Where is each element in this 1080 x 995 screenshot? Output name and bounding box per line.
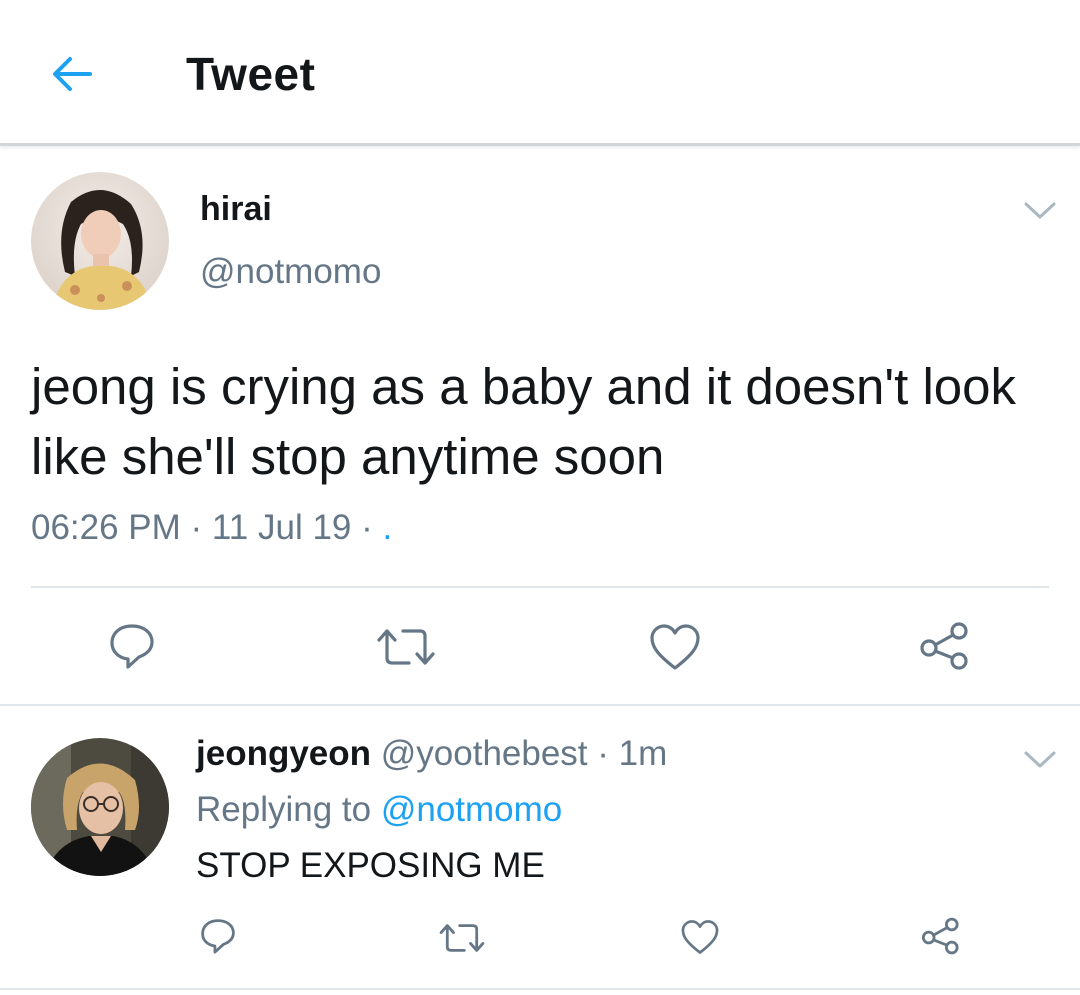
back-button[interactable]: [48, 50, 96, 98]
tweet-time: 06:26 PM: [31, 508, 181, 547]
tweet-text: jeong is crying as a baby and it doesn't…: [31, 358, 1017, 485]
reply-header: jeongyeon @yoothebest · 1m: [196, 734, 667, 774]
meta-separator: ·: [351, 508, 383, 547]
meta-separator: ·: [180, 508, 212, 547]
reply-author-handle[interactable]: @yoothebest: [381, 734, 588, 773]
replying-to-label: Replying to: [196, 790, 372, 829]
retweet-icon: [439, 924, 485, 952]
tweet-timestamp: 06:26 PM · 11 Jul 19 · .: [31, 508, 392, 548]
top-app-bar: Tweet: [0, 0, 1080, 146]
reply-icon: [201, 919, 235, 954]
page-title: Tweet: [186, 48, 316, 100]
like-button[interactable]: [648, 622, 702, 672]
tweet-date: 11 Jul 19: [211, 508, 352, 547]
avatar[interactable]: [31, 172, 169, 310]
profile-photo-image: [31, 738, 169, 876]
reply-button[interactable]: [106, 620, 158, 672]
replying-to: Replying to @notmomo: [196, 790, 562, 830]
retweet-button[interactable]: [438, 920, 486, 956]
tweet-options-button[interactable]: [1018, 192, 1062, 228]
divider: [31, 586, 1049, 588]
reply-button[interactable]: [198, 916, 238, 956]
share-button[interactable]: [920, 916, 962, 956]
share-icon: [921, 917, 959, 955]
profile-photo-image: [31, 172, 169, 310]
retweet-button[interactable]: [375, 624, 437, 670]
reply-age: 1m: [618, 734, 668, 773]
author-handle[interactable]: @notmomo: [200, 252, 381, 292]
tweet-source-link[interactable]: .: [382, 508, 392, 547]
like-button[interactable]: [680, 918, 720, 956]
chevron-down-icon: [1024, 202, 1056, 219]
reply-text: STOP EXPOSING ME: [196, 846, 545, 885]
arrow-left-icon: [53, 57, 92, 91]
replying-to-handle-link[interactable]: @notmomo: [381, 790, 562, 829]
meta-separator: ·: [587, 734, 619, 773]
like-icon: [681, 920, 719, 954]
divider: [0, 988, 1080, 990]
retweet-icon: [377, 629, 435, 665]
reply-options-button[interactable]: [1018, 742, 1062, 776]
author-display-name[interactable]: hirai: [200, 190, 272, 229]
share-button[interactable]: [918, 620, 972, 672]
share-icon: [920, 622, 968, 670]
reply-icon: [110, 624, 154, 669]
reply-author-name[interactable]: jeongyeon: [196, 734, 371, 773]
avatar[interactable]: [31, 738, 169, 876]
chevron-down-icon: [1024, 751, 1056, 768]
divider: [0, 704, 1080, 706]
like-icon: [650, 624, 700, 670]
